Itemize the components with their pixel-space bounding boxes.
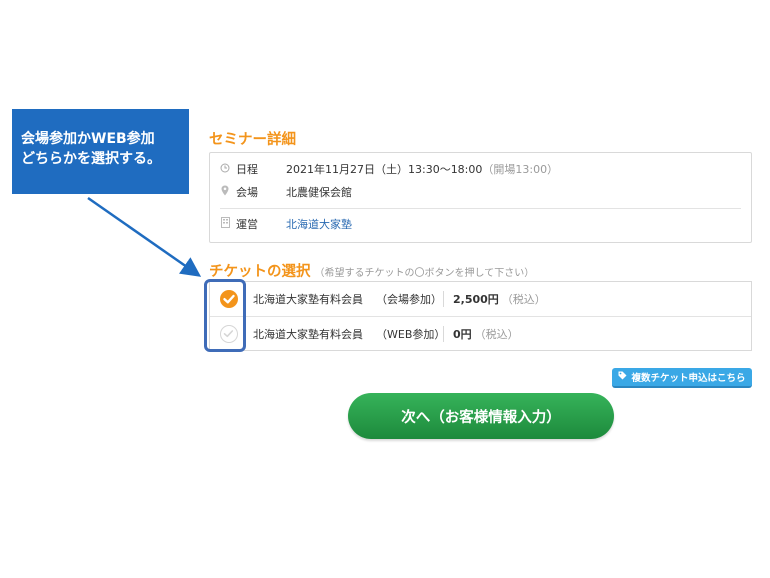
detail-divider — [220, 208, 741, 209]
next-button[interactable]: 次へ（お客様情報入力） — [348, 393, 614, 439]
ticket-section-title: チケットの選択 （希望するチケットの〇ボタンを押して下さい） — [209, 264, 535, 280]
ticket-divider — [443, 291, 444, 307]
ticket-price: 0円 （税込） — [453, 328, 519, 341]
ticket-divider — [443, 326, 444, 342]
next-button-label: 次へ（お客様情報入力） — [401, 409, 561, 426]
tag-icon — [618, 371, 627, 383]
seminar-section-title: セミナー詳細 — [209, 132, 296, 148]
ticket-tax: （税込） — [474, 328, 519, 341]
date-label: 日程 — [236, 163, 258, 176]
building-icon — [220, 217, 230, 231]
date-note: （開場13:00） — [482, 163, 559, 176]
detail-row-date: 日程 2021年11月27日（土）13:30〜18:00（開場13:00） — [220, 161, 558, 177]
ticket-name: 北海道大家塾有料会員 — [253, 293, 363, 306]
venue-value: 北農健保会館 — [286, 186, 352, 199]
venue-label: 会場 — [236, 186, 258, 199]
detail-row-venue: 会場 北農健保会館 — [220, 184, 352, 200]
organizer-link[interactable]: 北海道大家塾 — [286, 216, 352, 232]
ticket-row[interactable]: 北海道大家塾有料会員 （会場参加） 2,500円 （税込） — [210, 282, 751, 316]
multi-ticket-label: 複数チケット申込はこちら — [631, 373, 746, 384]
multi-ticket-button[interactable]: 複数チケット申込はこちら — [612, 368, 752, 388]
ticket-section-note: （希望するチケットの〇ボタンを押して下さい） — [314, 268, 535, 279]
date-value: 2021年11月27日（土）13:30〜18:00（開場13:00） — [286, 163, 559, 176]
callout-line-1: 会場参加かWEB参加 — [21, 131, 155, 147]
ticket-price: 2,500円 （税込） — [453, 293, 546, 306]
ticket-name: 北海道大家塾有料会員 — [253, 328, 363, 341]
ticket-list: 北海道大家塾有料会員 （会場参加） 2,500円 （税込） 北海道大家塾有料会員 … — [209, 281, 752, 351]
map-pin-icon — [220, 185, 230, 199]
clock-icon — [220, 163, 230, 176]
instruction-callout: 会場参加かWEB参加 どちらかを選択する。 — [12, 109, 189, 194]
ticket-tax: （税込） — [501, 293, 546, 306]
seminar-detail-box: 日程 2021年11月27日（土）13:30〜18:00（開場13:00） 会場… — [209, 152, 752, 243]
ticket-type: （会場参加） — [376, 293, 442, 306]
organizer-label: 運営 — [236, 218, 258, 231]
detail-row-organizer: 運営 北海道大家塾 — [220, 216, 352, 232]
callout-line-2: どちらかを選択する。 — [21, 151, 161, 167]
ticket-row[interactable]: 北海道大家塾有料会員 （WEB参加） 0円 （税込） — [210, 316, 751, 351]
ticket-type: （WEB参加） — [376, 328, 446, 341]
radio-highlight-box — [204, 279, 246, 352]
